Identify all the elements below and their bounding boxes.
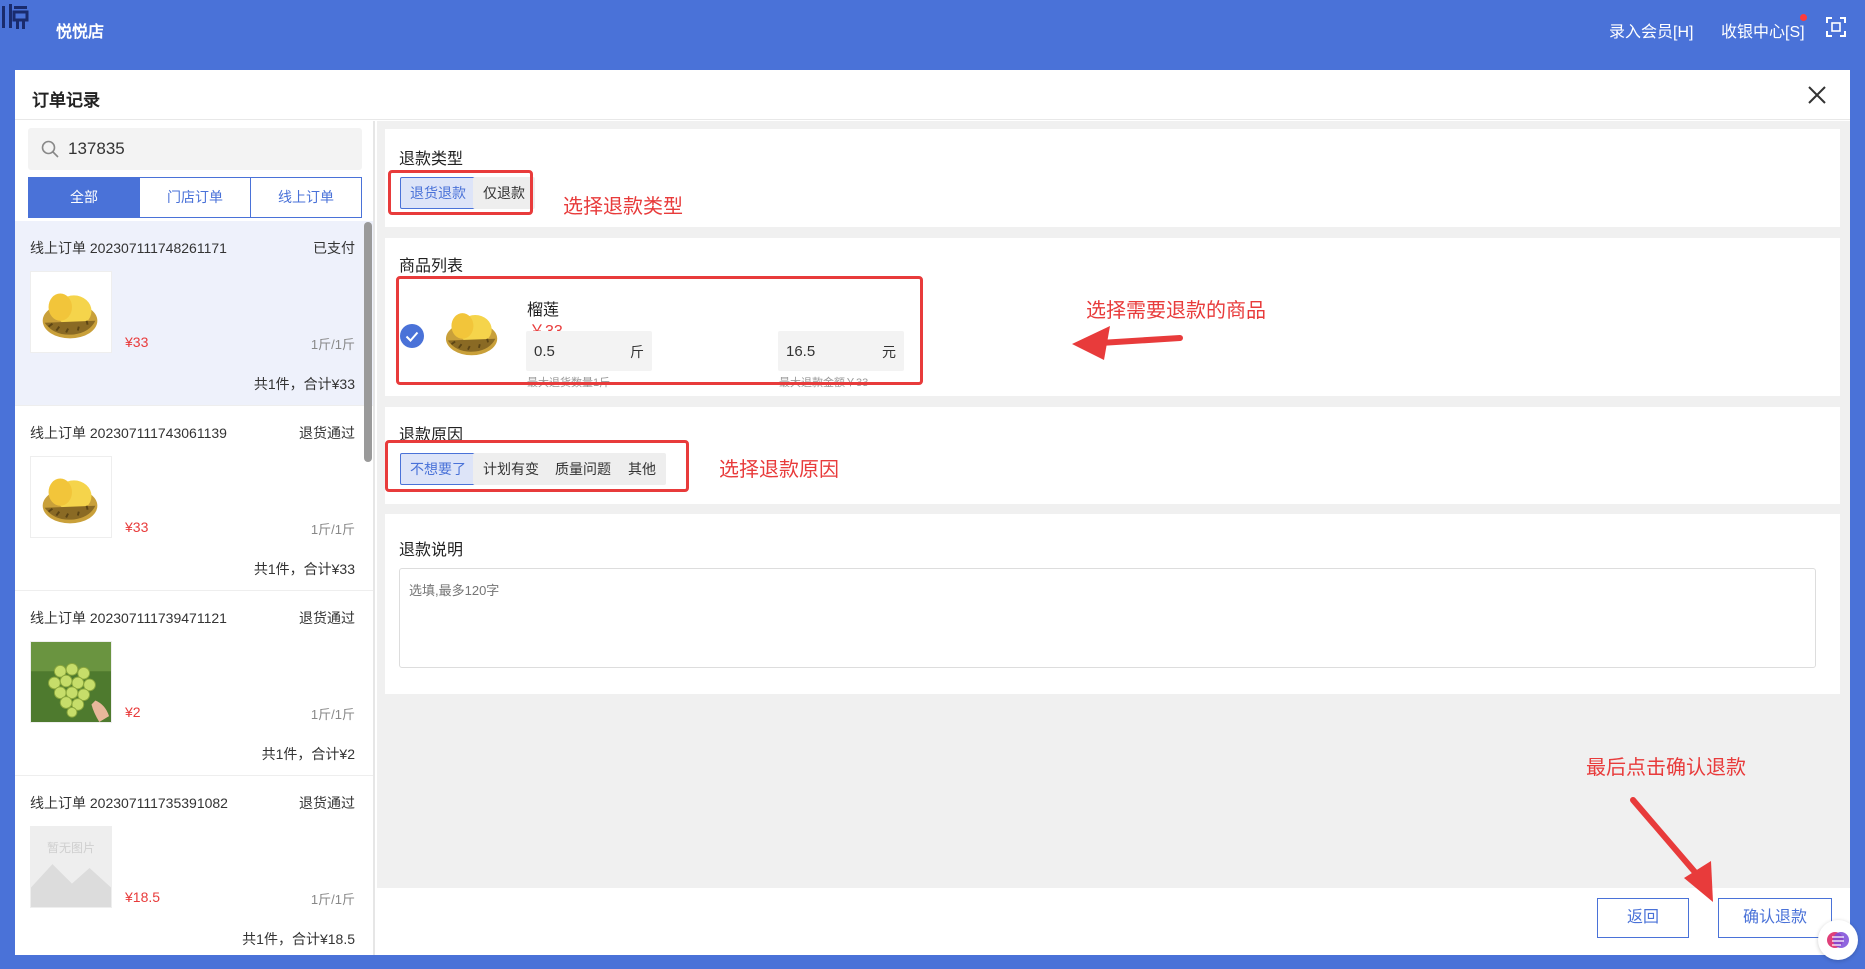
fullscreen-icon[interactable]	[1826, 17, 1846, 37]
order-unit: 1斤/1斤	[310, 892, 355, 907]
order-record-modal: 订单记录 全部 门店订单 线上订单 线上订单 20230711174826117…	[15, 70, 1850, 955]
annotation-text: 选择退款原因	[719, 459, 839, 481]
order-total: 共1件，合计¥33	[253, 376, 355, 392]
no-image-text: 暂无图片	[46, 841, 95, 855]
tab-all[interactable]: 全部	[29, 178, 140, 217]
product-list-title: 商品列表	[399, 258, 464, 275]
confirm-refund-button[interactable]: 确认退款	[1718, 898, 1832, 938]
order-unit: 1斤/1斤	[310, 337, 355, 352]
order-price: ¥33	[125, 519, 149, 535]
order-status: 退货通过	[299, 610, 355, 626]
annotation-box	[396, 276, 923, 385]
tab-store-orders[interactable]: 门店订单	[140, 178, 251, 217]
order-price: ¥33	[125, 334, 149, 350]
search-box[interactable]	[28, 128, 362, 170]
order-price: ¥18.5	[125, 889, 161, 905]
order-total: 共1件，合计¥18.5	[242, 931, 355, 947]
order-total: 共1件，合计¥33	[253, 561, 355, 577]
annotation-box	[385, 440, 689, 492]
order-title: 线上订单 202307111748261171	[30, 240, 227, 256]
order-thumbnail	[30, 456, 112, 538]
refund-reason-section: 退款原因 不想要了 计划有变 质量问题 其他 选择退款原因	[385, 407, 1840, 504]
annotation-box	[388, 170, 533, 215]
order-item[interactable]: 线上订单 202307111735391082 退货通过 暂无图片 ¥18.5 …	[15, 776, 373, 955]
annotation-text: 最后点击确认退款	[1586, 757, 1746, 779]
top-bar: 悦悦店 录入会员[H] 收银中心[S]	[0, 0, 1865, 56]
order-list-panel: 全部 门店订单 线上订单 线上订单 202307111748261171 已支付	[15, 121, 375, 955]
order-status: 退货通过	[299, 795, 355, 811]
order-price: ¥2	[125, 704, 141, 720]
durian-icon	[42, 293, 98, 339]
annotation-text: 选择退款类型	[563, 196, 683, 218]
search-icon	[41, 140, 59, 158]
order-thumbnail	[30, 641, 112, 723]
refund-note-section: 退款说明	[385, 514, 1840, 694]
order-item[interactable]: 线上订单 202307111743061139 退货通过 ¥33 1斤/1斤 共…	[15, 406, 373, 591]
refund-note-title: 退款说明	[399, 542, 464, 559]
app-logo-icon	[2, 4, 29, 29]
order-total: 共1件，合计¥2	[261, 746, 355, 762]
grapes-icon	[31, 642, 111, 722]
order-title: 线上订单 202307111735391082	[30, 795, 228, 811]
cashier-center-link[interactable]: 收银中心[S]	[1721, 18, 1805, 42]
refund-type-section: 退款类型 退货退款 仅退款 选择退款类型	[385, 129, 1840, 227]
close-icon[interactable]	[1806, 84, 1828, 106]
order-unit: 1斤/1斤	[310, 707, 355, 722]
order-unit: 1斤/1斤	[310, 522, 355, 537]
order-status: 退货通过	[299, 425, 355, 441]
refund-form: 退款类型 退货退款 仅退款 选择退款类型 商品列表 榴莲 ￥33	[377, 121, 1850, 955]
scroll-track	[373, 121, 375, 955]
app-title: 悦悦店	[56, 24, 105, 41]
order-tabs: 全部 门店订单 线上订单	[28, 177, 362, 218]
annotation-text: 选择需要退款的商品	[1086, 300, 1266, 322]
order-thumbnail	[30, 271, 112, 353]
back-button[interactable]: 返回	[1597, 898, 1689, 938]
order-item[interactable]: 线上订单 202307111748261171 已支付 ¥33 1斤/1斤 共1…	[15, 221, 373, 406]
notification-dot	[1800, 14, 1807, 21]
order-title: 线上订单 202307111743061139	[30, 425, 227, 441]
order-list: 线上订单 202307111748261171 已支付 ¥33 1斤/1斤 共1…	[15, 221, 373, 955]
product-list-section: 商品列表 榴莲 ￥33 斤 最大退货数量1斤 元	[385, 238, 1840, 396]
order-list-scrollbar[interactable]	[364, 222, 372, 462]
order-title: 线上订单 202307111739471121	[30, 610, 227, 626]
modal-header: 订单记录	[15, 70, 1850, 120]
enter-member-link[interactable]: 录入会员[H]	[1609, 18, 1693, 42]
tab-online-orders[interactable]: 线上订单	[251, 178, 361, 217]
assistant-bubble-icon[interactable]	[1818, 920, 1858, 960]
order-status: 已支付	[313, 240, 355, 256]
modal-title: 订单记录	[32, 91, 100, 110]
refund-type-title: 退款类型	[399, 151, 464, 168]
modal-footer: 返回 确认退款	[377, 888, 1850, 955]
durian-icon	[42, 478, 98, 524]
search-input[interactable]	[68, 128, 348, 170]
order-thumbnail: 暂无图片	[30, 826, 112, 908]
refund-note-textarea[interactable]	[399, 568, 1816, 668]
order-item[interactable]: 线上订单 202307111739471121 退货通过 ¥2 1斤/1斤 共1…	[15, 591, 373, 776]
